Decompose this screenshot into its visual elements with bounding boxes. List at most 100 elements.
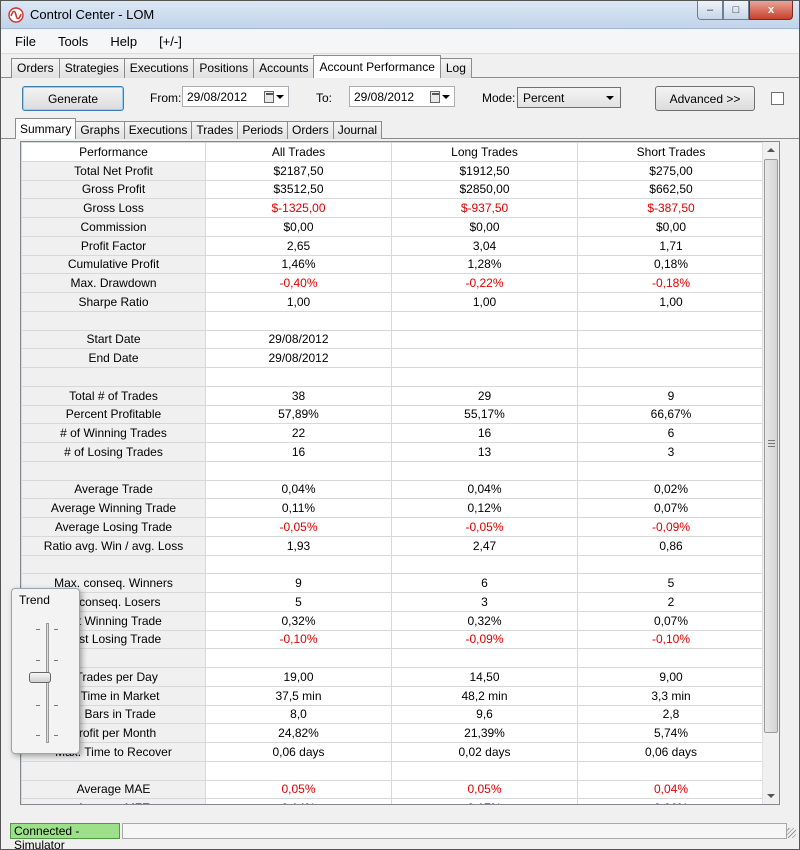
- subtab-journal[interactable]: Journal: [332, 121, 383, 139]
- row-label-cell: Average Winning Trade: [21, 498, 206, 518]
- table-row[interactable]: Profit Factor 2,65 3,04 1,71: [21, 235, 765, 256]
- title-bar[interactable]: Control Center - LOM – □ x: [1, 1, 799, 29]
- value-cell: 0,02%: [577, 479, 765, 500]
- table-row[interactable]: Cumulative Profit 1,46% 1,28% 0,18%: [21, 254, 765, 275]
- app-logo-icon: [8, 7, 24, 23]
- table-row[interactable]: [21, 760, 765, 781]
- table-row[interactable]: g. Bars in Trade 8,0 9,6 2,8: [21, 704, 765, 725]
- value-cell: [577, 367, 765, 387]
- tab-orders[interactable]: Orders: [11, 58, 60, 78]
- scroll-thumb[interactable]: [764, 159, 778, 733]
- table-row[interactable]: est Winning Trade 0,32% 0,32% 0,07%: [21, 610, 765, 631]
- table-row[interactable]: Commission $0,00 $0,00 $0,00: [21, 217, 765, 237]
- table-row[interactable]: gest Losing Trade -0,10% -0,09% -0,10%: [21, 629, 765, 650]
- subtab-summary[interactable]: Summary: [15, 118, 77, 139]
- calendar-dropdown-icon[interactable]: [430, 90, 450, 104]
- value-cell: -0,10%: [205, 629, 392, 650]
- table-row[interactable]: Sharpe Ratio 1,00 1,00 1,00: [21, 292, 765, 312]
- minimize-button[interactable]: –: [697, 1, 723, 20]
- value-cell: 38: [205, 385, 392, 406]
- subtab-trades[interactable]: Trades: [191, 121, 239, 139]
- subtab-graphs[interactable]: Graphs: [75, 121, 125, 139]
- table-row[interactable]: [21, 460, 765, 481]
- tab-executions[interactable]: Executions: [123, 58, 195, 78]
- value-cell: 0,02 days: [391, 742, 578, 762]
- tab-strategies[interactable]: Strategies: [58, 58, 125, 78]
- value-cell: [577, 554, 765, 575]
- table-row[interactable]: f Trades per Day 19,00 14,50 9,00: [21, 667, 765, 687]
- table-row[interactable]: Gross Profit $3512,50 $2850,00 $662,50: [21, 179, 765, 200]
- table-row[interactable]: # of Winning Trades 22 16 6: [21, 423, 765, 443]
- row-label-cell: Average MFE: [21, 798, 206, 804]
- trend-title: Trend: [19, 593, 50, 607]
- table-row[interactable]: [21, 648, 765, 668]
- generate-button[interactable]: Generate: [22, 86, 124, 111]
- table-row[interactable]: Average MAE 0,05% 0,05% 0,04%: [21, 779, 765, 800]
- table-row[interactable]: g. Time in Market 37,5 min 48,2 min 3,3 min: [21, 685, 765, 706]
- from-label: From:: [150, 91, 182, 105]
- tab-account-performance[interactable]: Account Performance: [313, 55, 441, 78]
- from-date-picker[interactable]: 29/08/2012: [182, 86, 289, 107]
- subtab-executions[interactable]: Executions: [123, 121, 193, 139]
- to-date-picker[interactable]: 29/08/2012: [349, 86, 455, 107]
- table-row[interactable]: Average Winning Trade 0,11% 0,12% 0,07%: [21, 498, 765, 518]
- table-row[interactable]: Max. Drawdown -0,40% -0,22% -0,18%: [21, 273, 765, 293]
- table-row[interactable]: Max. Time to Recover 0,06 days 0,02 days 0,…: [21, 742, 765, 762]
- maximize-button[interactable]: □: [723, 1, 749, 20]
- value-cell: 29/08/2012: [205, 348, 392, 368]
- table-row[interactable]: x. conseq. Losers 5 3 2: [21, 592, 765, 612]
- table-row[interactable]: # of Losing Trades 16 13 3: [21, 442, 765, 462]
- scroll-up-icon[interactable]: [763, 142, 779, 158]
- value-cell: -0,09%: [577, 517, 765, 537]
- value-cell: 1,00: [577, 292, 765, 312]
- grid-vertical-scrollbar[interactable]: [762, 142, 779, 804]
- trend-slider-thumb[interactable]: [29, 671, 51, 683]
- table-row[interactable]: Total # of Trades 38 29 9: [21, 385, 765, 406]
- calendar-dropdown-icon[interactable]: [264, 90, 284, 104]
- table-row[interactable]: Average Losing Trade -0,05% -0,05% -0,09%: [21, 517, 765, 537]
- header-performance[interactable]: Performance: [21, 142, 206, 162]
- table-row[interactable]: Average Trade 0,04% 0,04% 0,02%: [21, 479, 765, 500]
- mode-select[interactable]: Percent: [517, 87, 621, 108]
- row-label-cell: Average Losing Trade: [21, 517, 206, 537]
- table-row[interactable]: Average MFE0,14%0,17%0,06%: [21, 798, 765, 804]
- table-row[interactable]: Start Date 29/08/2012: [21, 329, 765, 350]
- tab-log[interactable]: Log: [439, 58, 472, 78]
- table-row[interactable]: Max. conseq. Winners 9 6 5: [21, 573, 765, 593]
- header-short-trades[interactable]: Short Trades: [577, 142, 765, 162]
- advanced-button[interactable]: Advanced >>: [655, 86, 755, 111]
- subtab-orders[interactable]: Orders: [287, 121, 334, 139]
- table-row[interactable]: [21, 367, 765, 387]
- value-cell: [205, 310, 392, 331]
- menu-toggle[interactable]: [+/-]: [159, 34, 182, 49]
- tab-positions[interactable]: Positions: [193, 58, 255, 78]
- scroll-down-icon[interactable]: [763, 788, 779, 804]
- header-all-trades[interactable]: All Trades: [205, 142, 392, 162]
- value-cell: 29/08/2012: [205, 329, 392, 350]
- table-row[interactable]: Percent Profitable 57,89% 55,17% 66,67%: [21, 404, 765, 425]
- slider-tick: [54, 735, 58, 736]
- table-row[interactable]: Ratio avg. Win / avg. Loss 1,93 2,47 0,86: [21, 535, 765, 556]
- header-long-trades[interactable]: Long Trades: [391, 142, 578, 162]
- options-checkbox[interactable]: [771, 92, 784, 105]
- table-row[interactable]: Profit per Month 24,82% 21,39% 5,74%: [21, 723, 765, 743]
- trend-slider-track[interactable]: [46, 623, 49, 743]
- row-label-cell: Gross Loss: [21, 198, 206, 218]
- menu-help[interactable]: Help: [110, 34, 137, 49]
- value-cell: 5: [205, 592, 392, 612]
- table-row[interactable]: Total Net Profit $2187,50 $1912,50 $275,00: [21, 160, 765, 181]
- resize-grip-icon[interactable]: [786, 828, 796, 838]
- value-cell: $1912,50: [391, 160, 578, 181]
- table-row[interactable]: [21, 554, 765, 575]
- table-row[interactable]: End Date 29/08/2012: [21, 348, 765, 368]
- value-cell: 16: [391, 423, 578, 443]
- menu-file[interactable]: File: [15, 34, 36, 49]
- value-cell: 1,46%: [205, 254, 392, 275]
- row-label-cell: Gross Profit: [21, 179, 206, 200]
- menu-tools[interactable]: Tools: [58, 34, 88, 49]
- table-row[interactable]: [21, 310, 765, 331]
- subtab-periods[interactable]: Periods: [237, 121, 288, 139]
- close-button[interactable]: x: [749, 1, 793, 20]
- tab-accounts[interactable]: Accounts: [253, 58, 315, 78]
- table-row[interactable]: Gross Loss $-1325,00 $-937,50 $-387,50: [21, 198, 765, 218]
